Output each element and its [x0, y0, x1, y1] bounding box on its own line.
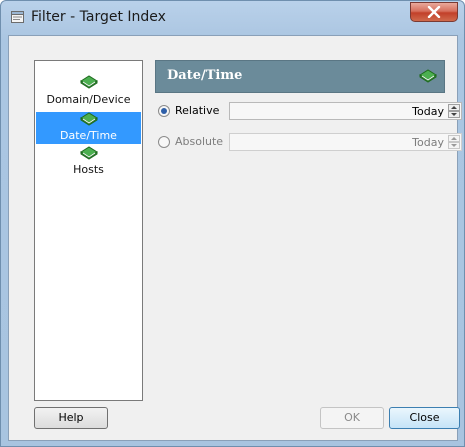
- dialog-content: Domain/Device Date/Time Hosts Date/Time …: [8, 35, 462, 441]
- window-close-button[interactable]: [410, 2, 458, 22]
- panel-header: Date/Time: [155, 60, 445, 93]
- nav-item-label: Hosts: [73, 163, 104, 176]
- close-button[interactable]: Close: [389, 407, 460, 429]
- category-nav: Domain/Device Date/Time Hosts: [34, 60, 143, 401]
- filter-dialog-window: Filter - Target Index Domain/Device Date…: [0, 0, 465, 447]
- book-icon: [79, 146, 98, 160]
- book-icon: [79, 75, 98, 89]
- nav-item-hosts[interactable]: Hosts: [36, 146, 141, 178]
- spinner-arrows-icon[interactable]: [448, 104, 460, 118]
- absolute-date-value[interactable]: Today: [412, 136, 444, 149]
- spinner-buttons[interactable]: [448, 104, 460, 118]
- relative-option-row: Relative Today: [155, 102, 462, 122]
- nav-item-date-time[interactable]: Date/Time: [36, 112, 141, 144]
- spinner-buttons[interactable]: [448, 135, 460, 149]
- nav-item-domain-device[interactable]: Domain/Device: [36, 75, 141, 113]
- window-icon: [11, 11, 24, 23]
- spinner-arrows-icon[interactable]: [448, 135, 460, 149]
- help-button[interactable]: Help: [34, 407, 108, 429]
- book-icon: [79, 112, 98, 126]
- absolute-label[interactable]: Absolute: [175, 135, 223, 148]
- relative-radio[interactable]: [158, 105, 170, 117]
- window-title: Filter - Target Index: [31, 9, 166, 25]
- book-icon: [419, 69, 437, 83]
- relative-date-spinner[interactable]: Today: [229, 102, 462, 120]
- absolute-option-row: Absolute Today: [155, 133, 462, 153]
- relative-date-value[interactable]: Today: [412, 105, 444, 118]
- nav-item-label: Date/Time: [60, 129, 117, 142]
- absolute-radio[interactable]: [158, 136, 170, 148]
- title-bar[interactable]: Filter - Target Index: [1, 1, 464, 35]
- panel-title: Date/Time: [167, 68, 243, 83]
- ok-button[interactable]: OK: [320, 407, 384, 429]
- close-icon: [427, 6, 441, 18]
- relative-label[interactable]: Relative: [175, 104, 219, 117]
- absolute-date-spinner[interactable]: Today: [229, 133, 462, 151]
- nav-item-label: Domain/Device: [46, 93, 131, 106]
